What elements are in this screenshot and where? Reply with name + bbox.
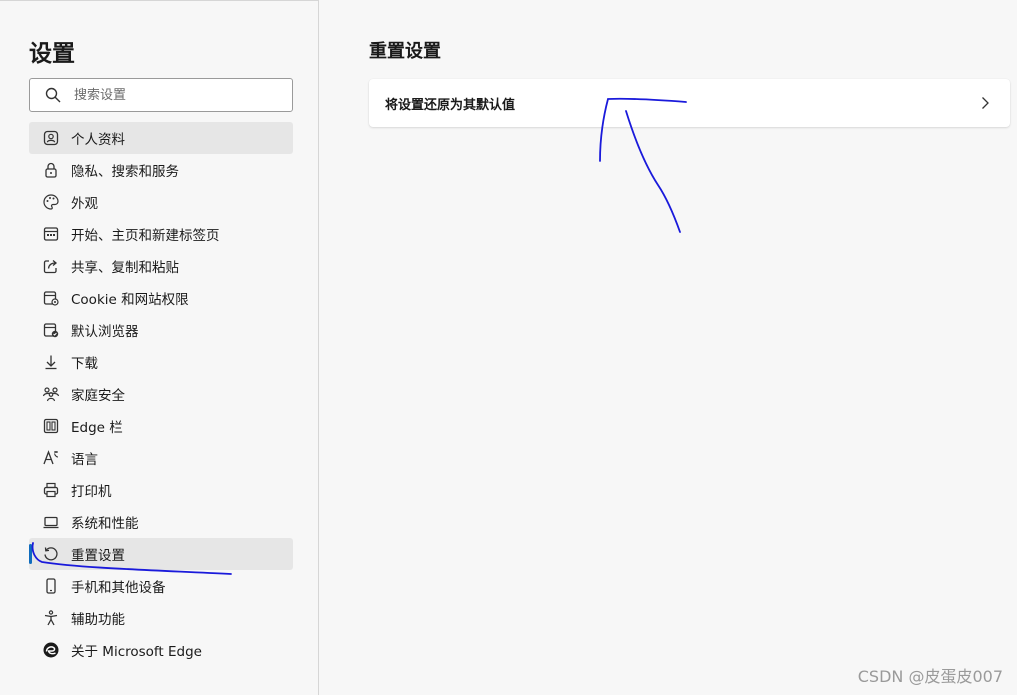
- site-permissions-icon: [42, 289, 60, 307]
- sidebar-item-label: 下载: [71, 356, 98, 372]
- search-input[interactable]: [74, 82, 274, 108]
- profile-icon: [42, 129, 60, 147]
- sidebar-item-label: Cookie 和网站权限: [71, 292, 189, 308]
- sidebar-item-phone-devices[interactable]: 手机和其他设备: [29, 570, 293, 602]
- default-browser-icon: [42, 321, 60, 339]
- watermark: CSDN @皮蛋皮007: [857, 667, 1003, 686]
- sidebar-item-label: 辅助功能: [71, 612, 125, 628]
- page-title: 重置设置: [369, 41, 441, 62]
- sidebar-item-system-performance[interactable]: 系统和性能: [29, 506, 293, 538]
- lock-icon: [42, 161, 60, 179]
- edge-logo-icon: [42, 641, 60, 659]
- sidebar-item-label: 开始、主页和新建标签页: [71, 228, 220, 244]
- sidebar-item-about-edge[interactable]: 关于 Microsoft Edge: [29, 634, 293, 666]
- sidebar-item-label: 打印机: [71, 484, 112, 500]
- sidebar-item-default-browser[interactable]: 默认浏览器: [29, 314, 293, 346]
- share-icon: [42, 257, 60, 275]
- sidebar-item-label: 外观: [71, 196, 98, 212]
- family-icon: [42, 385, 60, 403]
- sidebar-item-family-safety[interactable]: 家庭安全: [29, 378, 293, 410]
- sidebar-title: 设置: [29, 41, 75, 67]
- sidebar-item-label: 隐私、搜索和服务: [71, 164, 179, 180]
- sidebar-item-reset-settings[interactable]: 重置设置: [29, 538, 293, 570]
- sidebar-item-label: 重置设置: [71, 548, 125, 564]
- sidebar-item-label: 默认浏览器: [71, 324, 139, 340]
- sidebar-item-cookies-permissions[interactable]: Cookie 和网站权限: [29, 282, 293, 314]
- sidebar-item-appearance[interactable]: 外观: [29, 186, 293, 218]
- language-icon: [42, 449, 60, 467]
- phone-icon: [42, 577, 60, 595]
- sidebar-item-start-home-newtab[interactable]: 开始、主页和新建标签页: [29, 218, 293, 250]
- laptop-icon: [42, 513, 60, 531]
- sidebar-item-language[interactable]: 语言: [29, 442, 293, 474]
- accessibility-icon: [42, 609, 60, 627]
- sidebar-item-accessibility[interactable]: 辅助功能: [29, 602, 293, 634]
- printer-icon: [42, 481, 60, 499]
- sidebar-item-share-copy-paste[interactable]: 共享、复制和粘贴: [29, 250, 293, 282]
- sidebar-item-label: 家庭安全: [71, 388, 125, 404]
- sidebar-item-label: 语言: [71, 452, 98, 468]
- chevron-right-icon: [982, 97, 989, 109]
- restore-defaults-button[interactable]: 将设置还原为其默认值: [369, 79, 1010, 127]
- sidebar-item-profile[interactable]: 个人资料: [29, 122, 293, 154]
- sidebar-item-label: 系统和性能: [71, 516, 139, 532]
- search-icon: [45, 87, 61, 103]
- restore-defaults-label: 将设置还原为其默认值: [385, 97, 516, 113]
- reset-icon: [42, 545, 60, 563]
- settings-nav: 个人资料 隐私、搜索和服务 外观 开始、主页和新建标签页 共享、复制和粘贴 Co…: [29, 122, 293, 666]
- new-tab-icon: [42, 225, 60, 243]
- sidebar-item-label: 关于 Microsoft Edge: [71, 644, 202, 660]
- sidebar-item-downloads[interactable]: 下载: [29, 346, 293, 378]
- search-box[interactable]: [29, 78, 293, 112]
- settings-sidebar: 设置 个人资料 隐私、搜索和服务 外观: [0, 0, 319, 695]
- sidebar-item-privacy[interactable]: 隐私、搜索和服务: [29, 154, 293, 186]
- sidebar-item-label: 共享、复制和粘贴: [71, 260, 179, 276]
- sidebar-item-printers[interactable]: 打印机: [29, 474, 293, 506]
- sidebar-item-label: 手机和其他设备: [71, 580, 166, 596]
- edge-bar-icon: [42, 417, 60, 435]
- download-icon: [42, 353, 60, 371]
- palette-icon: [42, 193, 60, 211]
- sidebar-item-label: Edge 栏: [71, 420, 123, 436]
- annotation-arrow-shaft-stroke: [625, 110, 681, 233]
- sidebar-item-edge-bar[interactable]: Edge 栏: [29, 410, 293, 442]
- sidebar-item-label: 个人资料: [71, 132, 125, 148]
